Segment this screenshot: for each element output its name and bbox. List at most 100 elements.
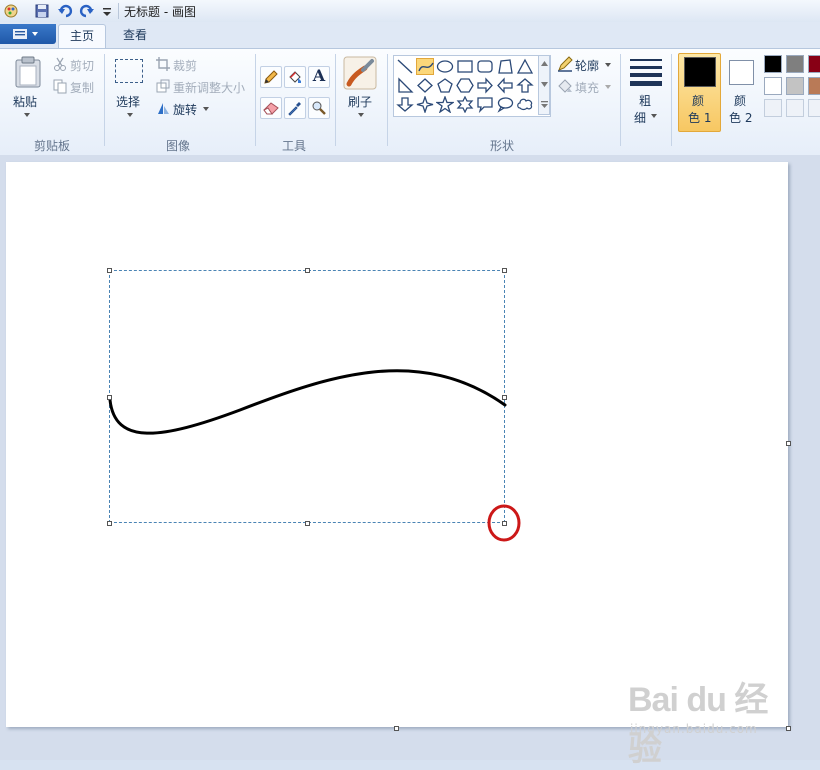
rotate-label[interactable]: 旋转	[173, 101, 197, 118]
watermark-url: jingyan.baidu.com	[630, 722, 758, 736]
oval-shape-icon[interactable]	[436, 58, 454, 75]
magnifier-tool[interactable]	[308, 97, 330, 119]
crop-icon[interactable]	[155, 56, 171, 72]
palette-color-gray[interactable]	[786, 55, 804, 73]
group-divider	[255, 54, 256, 146]
canvas-resize-handle-right[interactable]	[786, 441, 791, 446]
fill-label[interactable]: 填充	[575, 79, 599, 96]
copy-icon[interactable]	[52, 78, 68, 94]
fill-tool[interactable]	[284, 66, 306, 88]
eraser-tool[interactable]	[260, 97, 282, 119]
size-dropdown-icon[interactable]	[650, 113, 658, 119]
selection-handle-bottom-right[interactable]	[502, 521, 507, 526]
polygon-shape-icon[interactable]	[496, 58, 514, 75]
selection-handle-bottom[interactable]	[305, 521, 310, 526]
group-divider	[387, 54, 388, 146]
paste-dropdown-icon[interactable]	[23, 112, 31, 118]
curve-shape-button[interactable]	[416, 58, 434, 75]
outline-icon[interactable]	[557, 56, 573, 72]
color2-label-bottom[interactable]: 色 2	[729, 109, 752, 126]
down-arrow-shape-icon[interactable]	[396, 96, 414, 113]
outline-label[interactable]: 轮廓	[575, 57, 599, 74]
line-shape-icon[interactable]	[396, 58, 414, 75]
redo-icon[interactable]	[79, 3, 95, 19]
size-icon[interactable]	[629, 58, 663, 86]
pencil-tool[interactable]	[260, 66, 282, 88]
copy-label[interactable]: 复制	[70, 79, 94, 96]
tab-home[interactable]: 主页	[58, 24, 106, 49]
palette-color-light-gray[interactable]	[786, 77, 804, 95]
magnifier-icon	[312, 101, 326, 115]
selection-handle-right[interactable]	[502, 395, 507, 400]
selection-handle-top[interactable]	[305, 268, 310, 273]
paste-icon[interactable]	[14, 56, 42, 88]
selection-handle-top-left[interactable]	[107, 268, 112, 273]
palette-custom-slot[interactable]	[764, 99, 782, 117]
diamond-shape-icon[interactable]	[416, 77, 434, 94]
brushes-label[interactable]: 刷子	[348, 93, 372, 110]
palette-color-dark-red[interactable]	[808, 55, 820, 73]
up-arrow-shape-icon[interactable]	[516, 77, 534, 94]
scroll-down-icon[interactable]	[541, 82, 548, 87]
rotate-icon[interactable]	[155, 100, 171, 116]
four-point-star-shape-icon[interactable]	[416, 96, 434, 113]
title-bar: 无标题 - 画图	[0, 0, 820, 23]
select-dropdown-icon[interactable]	[126, 112, 134, 118]
expand-gallery-icon[interactable]	[541, 101, 548, 108]
text-tool[interactable]: A	[308, 66, 330, 88]
size-label-bottom[interactable]: 细	[634, 109, 646, 126]
eraser-icon	[263, 102, 279, 115]
hexagon-shape-icon[interactable]	[456, 77, 474, 94]
cut-icon[interactable]	[52, 56, 68, 72]
color2-swatch[interactable]	[729, 60, 754, 85]
baidu-watermark: Bai du 经验 jingyan.baidu.com	[628, 672, 788, 768]
rotate-dropdown-icon[interactable]	[202, 106, 210, 112]
rectangle-callout-shape-icon[interactable]	[476, 96, 494, 113]
six-point-star-shape-icon[interactable]	[456, 96, 474, 113]
selection-handle-bottom-left[interactable]	[107, 521, 112, 526]
brush-icon[interactable]	[343, 56, 377, 90]
crop-label[interactable]: 裁剪	[173, 57, 197, 74]
save-icon[interactable]	[34, 3, 50, 19]
right-triangle-shape-icon[interactable]	[396, 77, 414, 94]
oval-callout-shape-icon[interactable]	[496, 96, 514, 113]
rectangle-shape-icon[interactable]	[456, 58, 474, 75]
palette-color-white[interactable]	[764, 77, 782, 95]
selection-handle-left[interactable]	[107, 395, 112, 400]
outline-dropdown-icon[interactable]	[604, 62, 612, 68]
rounded-rectangle-shape-icon[interactable]	[476, 58, 494, 75]
customize-toolbar-chevron-icon[interactable]	[99, 3, 115, 19]
select-label[interactable]: 选择	[116, 93, 140, 110]
fill-dropdown-icon[interactable]	[604, 84, 612, 90]
tab-view[interactable]: 查看	[112, 24, 158, 48]
cut-label[interactable]: 剪切	[70, 57, 94, 74]
triangle-shape-icon[interactable]	[516, 58, 534, 75]
color-picker-tool[interactable]	[284, 97, 306, 119]
paint-menu-button[interactable]	[0, 24, 56, 44]
brushes-dropdown-icon[interactable]	[357, 112, 365, 118]
canvas-resize-handle-bottom[interactable]	[394, 726, 399, 731]
menu-icon	[13, 29, 38, 39]
cloud-callout-shape-icon[interactable]	[516, 96, 534, 113]
undo-icon[interactable]	[57, 3, 73, 19]
scroll-up-icon[interactable]	[541, 61, 548, 66]
palette-custom-slot[interactable]	[786, 99, 804, 117]
resize-label[interactable]: 重新调整大小	[173, 79, 245, 96]
palette-color-black[interactable]	[764, 55, 782, 73]
five-point-star-shape-icon[interactable]	[436, 96, 454, 113]
shapes-scrollbar[interactable]	[538, 55, 550, 115]
select-icon[interactable]	[115, 59, 143, 83]
curve-selection-box[interactable]	[109, 270, 505, 523]
resize-icon[interactable]	[155, 78, 171, 94]
palette-color-brown[interactable]	[808, 77, 820, 95]
color2-label-top[interactable]: 颜	[734, 92, 746, 109]
size-label-top[interactable]: 粗	[639, 92, 651, 109]
paste-label[interactable]: 粘贴	[13, 93, 37, 110]
paint-app-icon[interactable]	[3, 3, 19, 19]
selection-handle-top-right[interactable]	[502, 268, 507, 273]
right-arrow-shape-icon[interactable]	[476, 77, 494, 94]
left-arrow-shape-icon[interactable]	[496, 77, 514, 94]
palette-custom-slot[interactable]	[808, 99, 820, 117]
pentagon-shape-icon[interactable]	[436, 77, 454, 94]
fill-icon[interactable]	[557, 78, 573, 94]
